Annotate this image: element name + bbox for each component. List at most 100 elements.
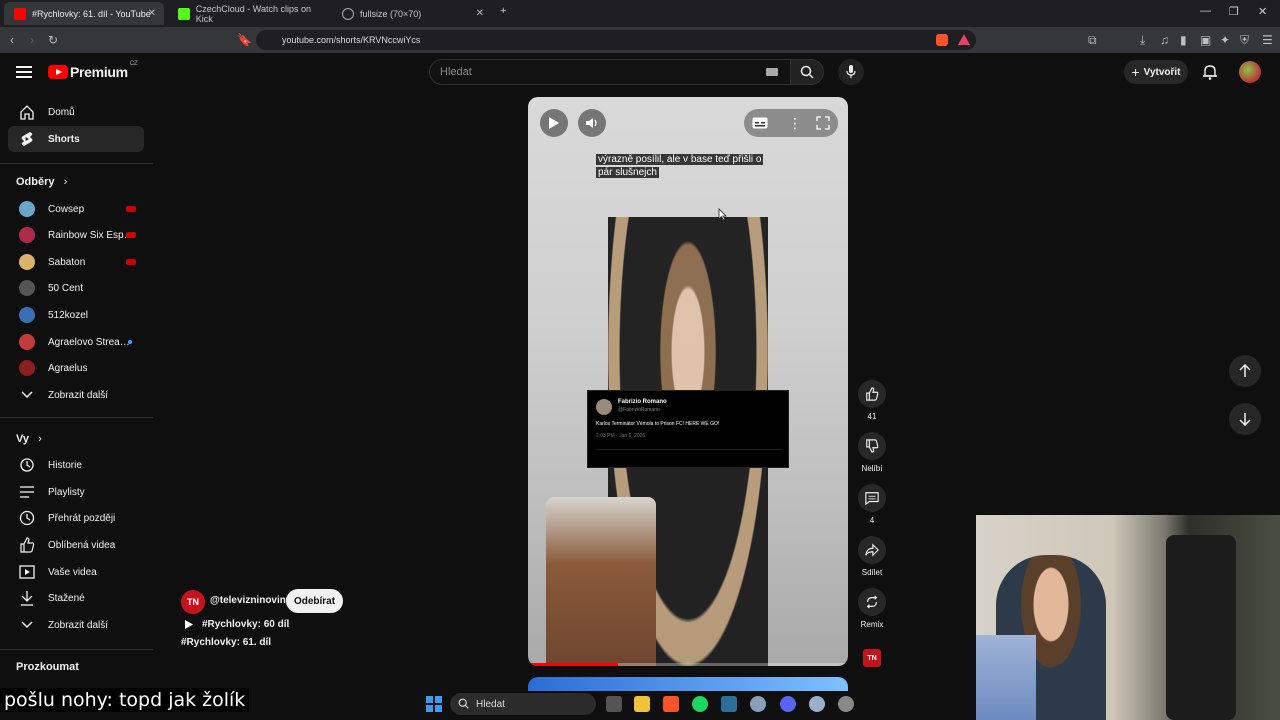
sidebar-toggle-icon[interactable]: ▮ [1180,33,1187,47]
video-progress-track[interactable] [528,663,848,666]
channel-avatar [19,227,35,243]
task-view-icon[interactable] [606,696,622,712]
sidebar-sub-512kozel[interactable]: 512kozel [8,302,144,328]
brave-shield-icon[interactable] [936,34,948,46]
forward-icon[interactable]: › [30,33,34,47]
keyboard-icon[interactable] [766,68,778,76]
search-input[interactable]: Hledat [429,59,793,85]
account-avatar[interactable] [1239,61,1261,83]
live-indicator-icon [126,259,136,265]
you-heading-text: Vy [16,433,30,445]
taskbar-search[interactable]: Hledat [450,693,596,715]
share-button[interactable] [858,536,886,564]
sidebar-show-more-subs[interactable]: Zobrazit další [8,382,144,408]
sidebar-item-label: Agraelovo Strea… [48,336,130,348]
comments-button[interactable] [858,484,886,512]
video-caption: výrazně posílil, ale v base teď přišli o… [596,153,764,179]
new-tab-icon[interactable]: + [500,5,506,17]
subscribe-button[interactable]: Odebírat [286,589,343,613]
channel-badge[interactable]: TN [863,649,881,667]
url-field[interactable]: youtube.com/shorts/KRVNccwiYcs [256,30,976,50]
create-button[interactable]: + Vytvořit [1124,60,1188,84]
channel-avatar [19,280,35,296]
next-short-preview[interactable] [528,677,848,691]
dislike-button[interactable] [858,432,886,460]
sidebar-sub-cowsep[interactable]: Cowsep [8,196,144,222]
next-short-button[interactable] [1229,403,1261,435]
subscriptions-heading[interactable]: Odběry › [16,176,67,188]
sidebar-item-your-videos[interactable]: Vaše videa [8,559,144,585]
file-explorer-icon[interactable] [634,696,650,712]
captions-icon[interactable] [752,117,768,129]
bookmark-icon[interactable]: 🔖 [237,33,252,47]
like-action[interactable]: 41 [858,380,886,421]
brave-browser-icon[interactable] [663,696,679,712]
windows-start-icon[interactable] [426,696,442,712]
short-video-player[interactable]: ⋮ výrazně posílil, ale v base teď přišli… [528,97,848,666]
app-c-icon[interactable] [750,696,766,712]
notifications-bell-icon[interactable] [1203,64,1217,80]
comments-action[interactable]: 4 [858,484,886,525]
share-action[interactable]: Sdílet [858,536,886,577]
sidebar-item-downloads[interactable]: Stažené [8,585,144,611]
sidebar-item-home[interactable]: Domů [8,99,144,125]
brave-rewards-icon[interactable] [958,34,970,45]
media-icon[interactable]: ♫ [1160,33,1169,47]
spotify-icon[interactable] [692,696,708,712]
remix-label: Remix [860,620,884,629]
reload-icon[interactable]: ↻ [48,33,58,47]
menu-icon[interactable]: ☰ [1262,33,1273,47]
more-options-icon[interactable]: ⋮ [788,115,802,132]
volume-button[interactable] [578,109,606,137]
close-icon[interactable]: ✕ [148,8,156,19]
sidebar-item-liked-videos[interactable]: Oblíbená videa [8,532,144,558]
tab-youtube[interactable]: #Rychlovky: 61. díl - YouTube ✕ [4,2,164,25]
sidebar-sub-50-cent[interactable]: 50 Cent [8,275,144,301]
sidebar-show-more-you[interactable]: Zobrazit další [8,612,144,638]
remix-button[interactable] [858,588,886,616]
restore-icon[interactable]: ❐ [1229,5,1239,18]
sidebar-sub-sabaton[interactable]: Sabaton [8,249,144,275]
sidebar-sub-agraelovo-stream[interactable]: Agraelovo Strea… [8,329,144,355]
hamburger-menu-icon[interactable] [16,65,32,79]
previous-short-button[interactable] [1229,355,1261,387]
you-heading[interactable]: Vy › [16,433,42,445]
channel-name[interactable]: @televizninoviny [210,595,291,606]
sidebar-sub-rainbow-six[interactable]: Rainbow Six Esp… [8,222,144,248]
wallet-icon[interactable]: ▣ [1200,33,1211,47]
sidebar-item-shorts[interactable]: Shorts [8,126,144,152]
app-icon[interactable] [721,696,737,712]
like-button[interactable] [858,380,886,408]
voice-search-button[interactable] [838,59,864,85]
remix-action[interactable]: Remix [858,588,886,629]
search-button[interactable] [790,59,824,85]
microphone-icon [846,65,856,78]
sidebar-item-playlists[interactable]: Playlisty [8,479,144,505]
obs-icon[interactable] [838,696,854,712]
window-close-icon[interactable]: ✕ [1258,5,1267,18]
discord-icon[interactable] [780,696,796,712]
dislike-action[interactable]: Nelíbí [858,432,886,473]
extensions-icon[interactable]: ⧉ [1088,33,1097,48]
sidebar-sub-agraelus[interactable]: Agraelus [8,355,144,381]
sidebar-item-watch-later[interactable]: Přehrát později [8,505,144,531]
tab-kick[interactable]: CzechCloud - Watch clips on Kick [168,2,328,25]
play-button[interactable] [540,109,568,137]
sidebar-item-history[interactable]: Historie [8,452,144,478]
channel-avatar[interactable]: TN [181,590,205,614]
close-icon[interactable]: ✕ [476,8,484,19]
playlist-link[interactable]: #Rychlovky: 60 díl [184,619,289,630]
downloads-icon[interactable]: ⤓ [1140,33,1145,48]
youtube-logo[interactable]: Premium CZ [48,61,138,80]
leo-ai-icon[interactable]: ✦ [1220,33,1230,47]
sidebar-item-label: Domů [48,106,75,118]
caption-line: pár slušnejch [596,167,659,178]
vpn-icon[interactable]: ⛨ [1240,33,1249,48]
app-c-icon[interactable] [809,696,825,712]
remix-icon [866,595,878,609]
fullscreen-icon[interactable] [816,116,830,130]
minimize-icon[interactable]: — [1200,5,1211,17]
tab-fullsize[interactable]: fullsize (70×70) ✕ [332,2,492,25]
chevron-down-icon [14,391,40,399]
back-icon[interactable]: ‹ [10,33,14,47]
